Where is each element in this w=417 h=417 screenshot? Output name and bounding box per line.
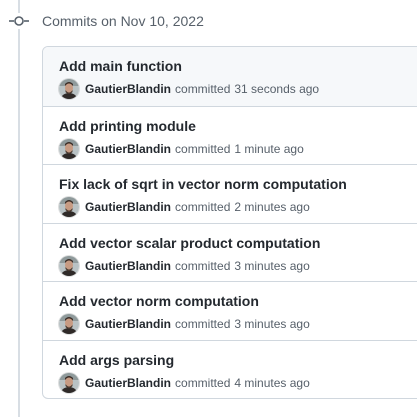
commit-meta: GautierBlandin committed 2 minutes ago	[59, 197, 310, 217]
commit-time: 1 minute ago	[234, 141, 304, 156]
commit-row: Add vector scalar product computation Ga…	[43, 222, 417, 282]
commit-title-link[interactable]: Add vector norm computation	[59, 291, 259, 311]
commit-row: Add main function GautierBlandin committ…	[43, 47, 417, 106]
commit-group-title: Commits on Nov 10, 2022	[42, 13, 204, 29]
avatar[interactable]	[59, 79, 79, 99]
commit-title-link[interactable]: Add vector scalar product computation	[59, 233, 320, 253]
timeline-line	[18, 0, 20, 417]
commit-verb: committed	[175, 141, 231, 156]
commit-verb: committed	[175, 82, 231, 96]
commit-time: 3 minutes ago	[234, 258, 310, 273]
commit-row: Add vector norm computation GautierBland…	[43, 281, 417, 340]
commit-title-link[interactable]: Add args parsing	[59, 350, 174, 370]
commit-list: Add main function GautierBlandin committ…	[42, 46, 417, 399]
commit-verb: committed	[175, 317, 231, 331]
commit-author-link[interactable]: GautierBlandin	[85, 259, 171, 273]
git-commit-icon	[9, 13, 29, 29]
commit-title-link[interactable]: Fix lack of sqrt in vector norm computat…	[59, 174, 347, 194]
commit-author-link[interactable]: GautierBlandin	[85, 200, 171, 214]
commit-author-link[interactable]: GautierBlandin	[85, 376, 171, 390]
avatar[interactable]	[59, 314, 79, 334]
avatar[interactable]	[59, 255, 79, 276]
avatar[interactable]	[59, 138, 79, 159]
commit-author-link[interactable]: GautierBlandin	[85, 82, 171, 96]
commit-time: 3 minutes ago	[234, 317, 310, 331]
commit-author-link[interactable]: GautierBlandin	[85, 142, 171, 156]
commit-row: Add printing module GautierBlandin commi…	[43, 105, 417, 165]
commit-meta: GautierBlandin committed 4 minutes ago	[59, 372, 310, 393]
commit-time: 4 minutes ago	[234, 375, 310, 390]
commit-time: 2 minutes ago	[234, 200, 310, 214]
commit-author-link[interactable]: GautierBlandin	[85, 317, 171, 331]
commit-row: Add args parsing GautierBlandin committe…	[43, 339, 417, 399]
commit-meta: GautierBlandin committed 31 seconds ago	[59, 79, 319, 99]
commit-title-link[interactable]: Add main function	[59, 56, 182, 76]
commit-verb: committed	[175, 375, 231, 390]
commit-meta: GautierBlandin committed 3 minutes ago	[59, 255, 310, 276]
commit-row: Fix lack of sqrt in vector norm computat…	[43, 164, 417, 223]
commit-meta: GautierBlandin committed 1 minute ago	[59, 138, 304, 159]
commit-time: 31 seconds ago	[234, 82, 320, 96]
avatar[interactable]	[59, 372, 79, 393]
commit-meta: GautierBlandin committed 3 minutes ago	[59, 314, 310, 334]
commit-verb: committed	[175, 200, 231, 214]
commit-verb: committed	[175, 258, 231, 273]
commits-page: Commits on Nov 10, 2022 Add main functio…	[0, 0, 417, 417]
commit-title-link[interactable]: Add printing module	[59, 116, 196, 136]
avatar[interactable]	[59, 197, 79, 217]
